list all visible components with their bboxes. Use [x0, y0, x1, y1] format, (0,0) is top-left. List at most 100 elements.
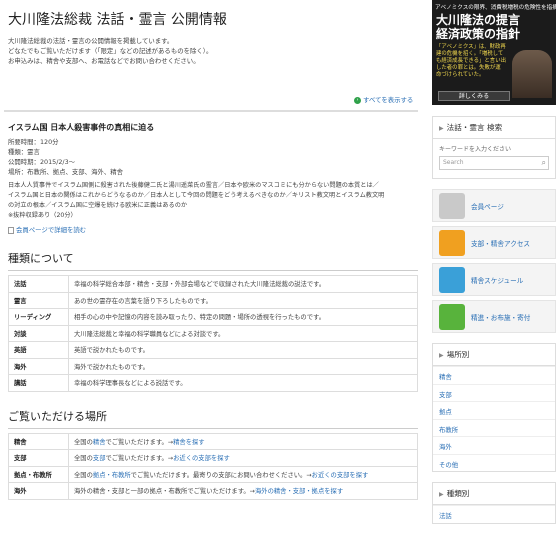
type-value: 幸福の科学理事長などによる説話です。 — [68, 374, 418, 392]
type-item[interactable]: 法話 — [433, 505, 555, 523]
book-banner[interactable]: アベノミクスの限界、消費税増税の危険性を指摘 大川隆法の提言 経済政策の指針 「… — [432, 0, 556, 105]
place-link[interactable]: 精舎 — [93, 439, 106, 446]
find-link[interactable]: 海外の精舎・支部・拠点を探す — [255, 488, 343, 495]
event-title: イスラム国 日本人殺害事件の真相に迫る — [8, 123, 155, 132]
sidebar-item-label: 支部・精舎アクセス — [471, 240, 531, 248]
table-row: 英語 英語で説かれたものです。 — [8, 341, 418, 359]
see-all-link[interactable]: › すべてを表示する — [354, 95, 413, 104]
sidebar-item-donation[interactable]: 精進・お布施・寄付 — [432, 300, 556, 333]
intro-line: どなたでもご覧いただけます（「限定」などの記述があるものを除く）。 — [8, 47, 213, 55]
meta-line: 種類：霊言 — [8, 148, 40, 156]
location-item[interactable]: 拠点 — [433, 401, 555, 419]
intro-line: 大川隆法総裁の法話・霊言の公開情報を掲載しています。 — [8, 37, 174, 45]
arrow-right-icon: › — [354, 96, 361, 104]
banner-title-line: 大川隆法の提言 — [436, 13, 521, 27]
meta-line: 場所：布教所、拠点、支部、海外、精舎 — [8, 168, 124, 176]
banner-tagline: アベノミクスの限界、消費税増税の危険性を指摘 — [435, 5, 556, 11]
location-item[interactable]: 海外 — [433, 436, 555, 454]
type-key: 英語 — [8, 341, 69, 359]
place-value: 海外の精舎・支部と一部の拠点・布教所でご覧いただけます。→海外の精舎・支部・拠点… — [68, 482, 418, 500]
table-row: 法話 幸福の科学総合本部・精舎・支部・外部会場などで収録された大川隆法総裁の説法で… — [8, 275, 418, 293]
banner-more-button[interactable]: 詳しくみる — [438, 91, 510, 101]
type-key: リーディング — [8, 308, 69, 326]
desc-line: 日本人人質事件でイスラム国側に殺害された後藤健二氏と湯川遥菜氏の霊言／日本や欧米… — [8, 182, 379, 189]
location-item[interactable]: 精舎 — [433, 366, 555, 384]
type-key: 法話 — [8, 275, 69, 293]
intro-text: 大川隆法総裁の法話・霊言の公開情報を掲載しています。 どなたでもご覧いただけます… — [8, 36, 408, 66]
place-key: 支部 — [8, 449, 69, 467]
sidebar-nav: 会員ページ 支部・精舎アクセス 精舎スケジュール 精進・お布施・寄付 — [432, 189, 556, 333]
type-key: 対談 — [8, 324, 69, 342]
sidebar: ▶ 法話・霊言 検索 キーワードを入力ください Search ⌕ 会員ページ 支部・… — [432, 116, 556, 524]
type-value: あの世の霊存在の言葉を語り下ろしたものです。 — [68, 291, 418, 309]
location-heading-label: 場所別 — [446, 350, 470, 359]
member-icon — [439, 193, 465, 219]
place-text: 全国の — [74, 455, 93, 463]
event-description: 日本人人質事件でイスラム国側に殺害された後藤健二氏と湯川遥菜氏の霊言／日本や欧米… — [8, 181, 414, 221]
desc-line: の対立の根本／イスラム国に空爆を続ける欧米に正義はあるのか — [8, 202, 188, 209]
event-meta: 所要時間：120分 種類：霊言 公開時期：2015/2/3～ 場所：布教所、拠点… — [8, 137, 418, 177]
location-item[interactable]: 支部 — [433, 383, 555, 402]
table-row: 霊言 あの世の霊存在の言葉を語り下ろしたものです。 — [8, 291, 418, 309]
meta-line: 公開時期：2015/2/3～ — [8, 158, 76, 166]
place-link[interactable]: 拠点・布教所 — [93, 472, 131, 479]
table-row: 講話 幸福の科学理事長などによる説話です。 — [8, 374, 418, 392]
place-text: でご覧いただけます。→ — [105, 438, 174, 446]
place-key: 海外 — [8, 482, 69, 500]
member-page-link[interactable]: 会員ページで詳細を読む — [8, 225, 418, 234]
triangle-right-icon: ▶ — [439, 491, 444, 498]
type-heading: ▶ 種類別 — [433, 483, 555, 505]
type-key: 講話 — [8, 374, 69, 392]
sidebar-item-member[interactable]: 会員ページ — [432, 189, 556, 222]
location-heading: ▶ 場所別 — [433, 344, 555, 366]
excerpt-note: ※抜粋収録あり（20分） — [8, 212, 77, 219]
search-icon[interactable]: ⌕ — [542, 157, 546, 169]
location-list: 精舎 支部 拠点 布教所 海外 その他 — [433, 366, 555, 471]
triangle-right-icon: ▶ — [439, 125, 444, 132]
intro-line: お申込みは、精舎や支部へ、お電話などでお問い合わせください。 — [8, 57, 200, 65]
location-item[interactable]: その他 — [433, 453, 555, 472]
place-text: 全国の — [74, 471, 93, 479]
find-link[interactable]: お近くの支部を探す — [173, 455, 230, 462]
page-title: 大川隆法総裁 法話・霊言 公開情報 — [8, 12, 227, 28]
author-photo — [512, 50, 552, 98]
search-input[interactable]: Search ⌕ — [439, 156, 549, 170]
desc-line: イスラム国と日本の関係はこれからどうなるのか／日本人として今回の問題をどう考える… — [8, 192, 385, 199]
places-table: 精舎 全国の精舎でご覧いただけます。→精舎を探す 支部 全国の支部でご覧いただけます… — [8, 432, 418, 500]
search-placeholder: Search — [443, 159, 464, 166]
temple-icon — [439, 267, 465, 293]
sidebar-item-access[interactable]: 支部・精舎アクセス — [432, 226, 556, 259]
find-link[interactable]: お近くの支部を探す — [312, 472, 369, 479]
building-icon — [439, 230, 465, 256]
document-icon — [8, 226, 14, 234]
place-key: 精舎 — [8, 432, 69, 450]
place-link[interactable]: 支部 — [93, 455, 106, 462]
type-value: 相手の心の中や記憶の内容を読み取ったり、特定の問題・場所の透視を行ったものです。 — [68, 308, 418, 326]
member-link-label: 会員ページで詳細を読む — [16, 226, 87, 234]
search-heading-label: 法話・霊言 検索 — [446, 123, 503, 132]
types-heading: 種類について — [8, 250, 418, 271]
banner-title: 大川隆法の提言 経済政策の指針 — [432, 11, 556, 43]
type-key: 霊言 — [8, 291, 69, 309]
sidebar-item-label: 会員ページ — [471, 203, 504, 211]
places-heading: ご覧いただける場所 — [8, 408, 418, 429]
banner-title-line: 経済政策の指針 — [436, 27, 521, 41]
donation-icon — [439, 304, 465, 330]
place-value: 全国の精舎でご覧いただけます。→精舎を探す — [68, 432, 418, 450]
type-key: 海外 — [8, 357, 69, 375]
type-heading-label: 種類別 — [446, 489, 470, 498]
table-row: 海外 海外の精舎・支部と一部の拠点・布教所でご覧いただけます。→海外の精舎・支部・… — [8, 482, 418, 500]
place-key: 拠点・布教所 — [8, 465, 69, 483]
search-box: ▶ 法話・霊言 検索 キーワードを入力ください Search ⌕ — [432, 116, 556, 179]
keyword-label: キーワードを入力ください — [439, 146, 512, 153]
location-item[interactable]: 布教所 — [433, 418, 555, 437]
type-value: 幸福の科学総合本部・精舎・支部・外部会場などで収録された大川隆法総裁の説法です。 — [68, 275, 418, 293]
find-link[interactable]: 精舎を探す — [173, 439, 204, 446]
see-all-label: すべてを表示する — [363, 96, 414, 104]
place-value: 全国の支部でご覧いただけます。→お近くの支部を探す — [68, 449, 418, 467]
sidebar-item-schedule[interactable]: 精舎スケジュール — [432, 263, 556, 296]
place-text: でご覧いただけます。→ — [105, 455, 174, 463]
table-row: 支部 全国の支部でご覧いただけます。→お近くの支部を探す — [8, 449, 418, 467]
banner-text: 「アベノミクス」は、財政再建の危機を招く。「増税しても経済成長できる」と言い出し… — [436, 44, 506, 78]
type-value: 大川隆法総裁と幸福の科学職員などによる対談です。 — [68, 324, 418, 342]
